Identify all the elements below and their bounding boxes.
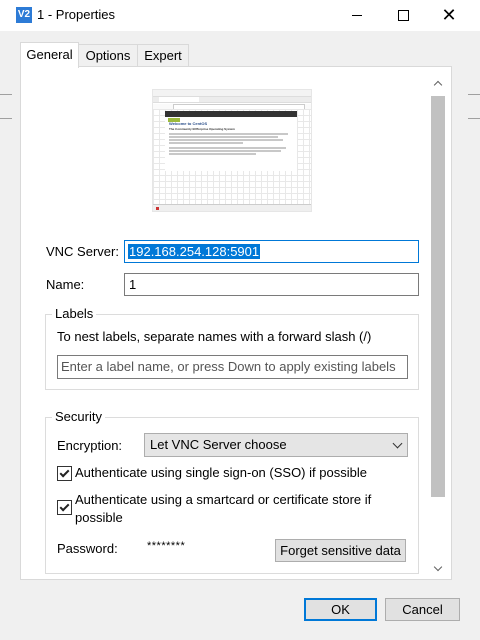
scrollbar-thumb[interactable] [431, 96, 445, 497]
smartcard-checkbox[interactable] [57, 500, 72, 515]
maximize-button[interactable] [380, 0, 426, 31]
preview-welcome-card: Welcome to CentOS The Community ENTerpri… [165, 111, 297, 171]
chevron-down-icon [392, 438, 403, 449]
title-bar: V2 1 - Properties ✕ [0, 0, 480, 31]
name-value: 1 [129, 277, 137, 292]
labels-input[interactable] [58, 356, 404, 376]
scroll-up-arrow-icon[interactable] [430, 75, 446, 91]
vnc-viewer-app-icon: V2 [16, 7, 32, 23]
maximize-icon [397, 10, 409, 21]
labels-input-box[interactable] [57, 355, 408, 379]
vnc-server-label: VNC Server: [46, 244, 119, 259]
encryption-select[interactable]: Let VNC Server choose [144, 433, 408, 457]
preview-browser-tabstrip [153, 97, 311, 103]
background-window-edge [0, 118, 12, 119]
background-window-edge [468, 94, 480, 95]
preview-taskbar [153, 204, 311, 211]
preview-browser-page: Welcome to CentOS The Community ENTerpri… [153, 109, 311, 205]
general-tab-panel: Welcome to CentOS The Community ENTerpri… [20, 66, 452, 580]
preview-window-titlebar [153, 90, 311, 97]
scroll-down-arrow-icon[interactable] [430, 561, 446, 577]
sso-checkbox-label[interactable]: Authenticate using single sign-on (SSO) … [75, 465, 367, 480]
centos-logo [165, 111, 297, 122]
name-input[interactable]: 1 [124, 273, 419, 296]
encryption-value: Let VNC Server choose [150, 437, 287, 452]
labels-group: Labels To nest labels, separate names wi… [45, 306, 419, 390]
preview-body-text [169, 133, 293, 155]
tab-options[interactable]: Options [78, 44, 138, 67]
sso-checkbox[interactable] [57, 466, 72, 481]
smartcard-checkbox-label[interactable]: Authenticate using a smartcard or certif… [75, 491, 395, 527]
security-group-title: Security [52, 409, 105, 424]
close-button[interactable]: ✕ [426, 0, 472, 31]
preview-page-subheading: The Community ENTerprise Operating Syste… [169, 127, 235, 131]
encryption-label: Encryption: [57, 438, 123, 453]
minimize-icon [352, 15, 362, 16]
cancel-button[interactable]: Cancel [385, 598, 460, 621]
close-icon: ✕ [441, 4, 457, 26]
panel-scrollbar[interactable] [430, 75, 446, 577]
window-title: 1 - Properties [37, 7, 116, 22]
vnc-server-input[interactable]: 192.168.254.128:5901 [124, 240, 419, 263]
background-window-edge [0, 94, 12, 95]
security-group: Security Encryption: Let VNC Server choo… [45, 409, 419, 574]
labels-hint: To nest labels, separate names with a fo… [57, 329, 372, 344]
tab-expert[interactable]: Expert [137, 44, 189, 67]
forget-sensitive-data-button[interactable]: Forget sensitive data [275, 539, 406, 562]
tab-general[interactable]: General [20, 42, 79, 68]
vnc-server-value: 192.168.254.128:5901 [128, 244, 261, 259]
name-label: Name: [46, 277, 85, 292]
preview-page-heading: Welcome to CentOS [169, 121, 208, 126]
minimize-button[interactable] [334, 0, 380, 31]
password-label: Password: [57, 541, 118, 556]
ok-button[interactable]: OK [304, 598, 377, 621]
password-value: ******** [147, 540, 186, 552]
background-window-edge [468, 118, 480, 119]
labels-group-title: Labels [52, 306, 97, 321]
connection-preview-thumbnail: Welcome to CentOS The Community ENTerpri… [152, 89, 312, 212]
